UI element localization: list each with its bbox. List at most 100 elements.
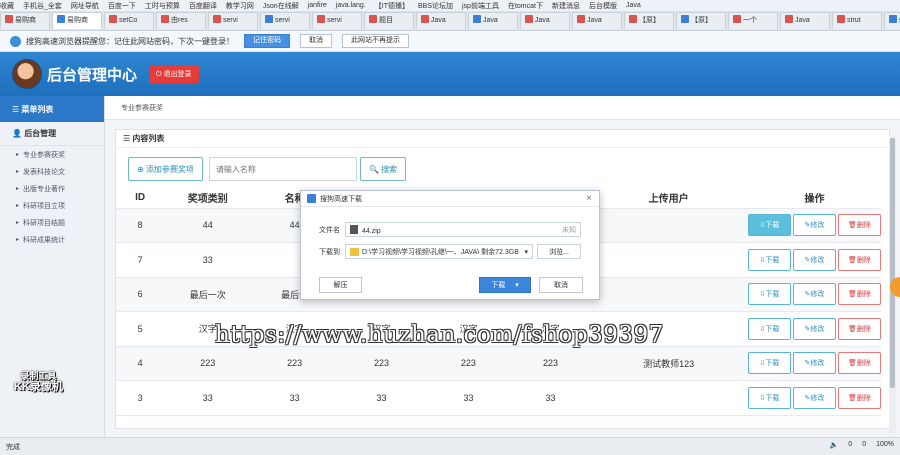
browser-tab[interactable]: 【原】 (624, 12, 674, 29)
notice-cancel-button[interactable]: 取消 (300, 34, 332, 48)
block-count[interactable]: 0 (862, 441, 866, 449)
bookmark-item[interactable]: janfire (308, 2, 327, 9)
browser-tab[interactable]: Java (468, 12, 518, 29)
never-remind-button[interactable]: 此网站不再提示 (342, 34, 409, 48)
trash-icon: 🗑 (848, 394, 857, 402)
browser-tab[interactable]: Java (416, 12, 466, 29)
add-award-button[interactable]: ⊕ 添加参赛奖项 (128, 157, 203, 181)
tab-label: 【原】 (691, 17, 712, 24)
saveto-field[interactable]: D:\学习视频\学习视频\孔继\一、JAVA\ 剩余72.3GB ▾ (345, 244, 533, 259)
browser-tab[interactable]: 由res (156, 12, 206, 29)
dialog-download-button[interactable]: 下载 ▾ (479, 277, 531, 293)
table-cell: 33 (425, 380, 512, 416)
sidebar-item[interactable]: ▸ 科研成果统计 (0, 231, 104, 248)
bookmark-item[interactable]: 工时与预算 (145, 1, 180, 11)
list-icon: ☰ (12, 104, 22, 114)
sidebar-item[interactable]: ▸ 出版专业著作 (0, 180, 104, 197)
zoom-level[interactable]: 100% (876, 441, 894, 449)
browser-tab[interactable]: 【原】 (676, 12, 726, 29)
search-button[interactable]: 🔍 搜索 (359, 157, 407, 181)
chevron-down-icon[interactable]: ▾ (524, 248, 528, 256)
browser-tab[interactable]: strut (832, 12, 882, 29)
browser-tab[interactable]: setCo (104, 12, 154, 29)
unzip-button[interactable]: 解压 (319, 277, 362, 293)
row-actions: ⇩ 下载 ✎ 修改 🗑 删除 (747, 346, 881, 381)
browser-tab[interactable]: servi (312, 12, 362, 29)
browser-tab[interactable]: 易购商 (0, 12, 50, 29)
edit-button[interactable]: ✎ 修改 (792, 317, 836, 340)
browser-tab[interactable]: Java (520, 12, 570, 29)
logout-button[interactable]: ⏻ 退出登录 (149, 65, 199, 83)
filesize-value: 未知 (562, 226, 576, 234)
edit-button[interactable]: ✎ 修改 (792, 248, 836, 271)
bookmark-item[interactable]: 百度翻译 (189, 1, 217, 11)
bookmark-item[interactable]: 新建消息 (552, 1, 580, 11)
sidebar-item[interactable]: ▸ 发表科技论文 (0, 163, 104, 180)
browser-tab[interactable]: Java (572, 12, 622, 29)
download-button[interactable]: ⇩ 下载 (747, 317, 791, 340)
edit-button[interactable]: ✎ 修改 (792, 352, 836, 375)
browser-tab[interactable]: 易购商 (52, 12, 102, 29)
browse-button[interactable]: 浏览... (537, 244, 581, 259)
download-count[interactable]: 0 (848, 441, 852, 449)
table-cell: 33 (338, 380, 425, 416)
browser-tab[interactable]: Java (780, 12, 830, 29)
chevron-down-icon[interactable]: ▾ (515, 281, 519, 289)
delete-button[interactable]: 🗑 删除 (837, 386, 881, 409)
sidebar-item[interactable]: ▸ 科研项目结题 (0, 214, 104, 231)
bookmark-item[interactable]: 后台模版 (589, 1, 617, 11)
panel-title: ☰ 内容列表 (116, 130, 889, 148)
filename-field[interactable]: 44.zip 未知 (345, 222, 581, 237)
bookmark-item[interactable]: 【IT德播】 (375, 1, 409, 11)
favicon-icon (681, 15, 689, 23)
delete-button[interactable]: 🗑 删除 (837, 352, 881, 375)
bookmark-item[interactable]: 收藏 (0, 1, 14, 11)
bookmark-item[interactable]: 手机谷_全套 (23, 1, 62, 11)
download-button[interactable]: ⇩ 下载 (747, 283, 791, 306)
delete-button[interactable]: 🗑 删除 (837, 214, 881, 237)
scrollbar-thumb[interactable] (890, 138, 895, 388)
table-cell: 3 (116, 380, 165, 416)
bookmark-item[interactable]: Java (626, 2, 641, 9)
browser-tab[interactable]: strut (884, 12, 900, 29)
dialog-cancel-button[interactable]: 取消 (539, 277, 583, 293)
download-button[interactable]: ⇩ 下载 (747, 352, 791, 375)
browser-tab[interactable]: 一个 (728, 12, 778, 29)
bookmark-item[interactable]: 在tomcat下 (508, 1, 543, 11)
edit-button[interactable]: ✎ 修改 (792, 283, 836, 306)
bookmark-item[interactable]: Json在线解 (263, 1, 299, 11)
delete-button[interactable]: 🗑 删除 (837, 283, 881, 306)
delete-button[interactable]: 🗑 删除 (837, 317, 881, 340)
sidebar-item[interactable]: ▸ 专业参赛获奖 (0, 146, 104, 163)
sidebar-item[interactable]: ▸ 科研项目立项 (0, 197, 104, 214)
download-button[interactable]: ⇩ 下载 (747, 214, 791, 237)
bookmark-item[interactable]: jsp前端工具 (462, 1, 499, 11)
bookmark-item[interactable]: 教学习网 (226, 1, 254, 11)
browser-tab[interactable]: 题目 (364, 12, 414, 29)
recorder-watermark: 录制工具 KK录像机 (14, 371, 63, 393)
delete-button[interactable]: 🗑 删除 (837, 248, 881, 271)
download-button[interactable]: ⇩ 下载 (747, 248, 791, 271)
caret-right-icon: ▸ (16, 152, 20, 158)
tab-label: Java (535, 17, 550, 24)
close-icon[interactable]: × (586, 193, 592, 204)
bookmark-item[interactable]: BBS论坛加 (418, 1, 453, 11)
browser-tab[interactable]: servi (208, 12, 258, 29)
sidebar-group-admin[interactable]: 👤 后台管理 (0, 122, 104, 146)
remember-password-button[interactable]: 记住密码 (244, 34, 290, 48)
password-save-notice: 搜狗高速浏览器提醒您：记住此网站密码，下次一键登录！ 记住密码 取消 此网站不再… (0, 31, 900, 52)
bookmark-item[interactable]: java.lang. (336, 2, 366, 9)
folder-icon (350, 247, 359, 256)
edit-label: 修改 (810, 360, 825, 368)
speaker-icon[interactable]: 🔈 (830, 441, 839, 449)
search-input[interactable] (208, 157, 357, 181)
bookmark-item[interactable]: 百度一下 (108, 1, 136, 11)
download-button[interactable]: ⇩ 下载 (747, 386, 791, 409)
action-group: ⇩ 下载 ✎ 修改 🗑 删除 (747, 317, 881, 340)
row-actions: ⇩ 下载 ✎ 修改 🗑 删除 (747, 277, 881, 312)
browser-tab[interactable]: servi (260, 12, 310, 29)
edit-button[interactable]: ✎ 修改 (792, 214, 836, 237)
download-label: 下载 (765, 325, 780, 333)
edit-button[interactable]: ✎ 修改 (792, 386, 836, 409)
bookmark-item[interactable]: 网址导航 (71, 1, 99, 11)
